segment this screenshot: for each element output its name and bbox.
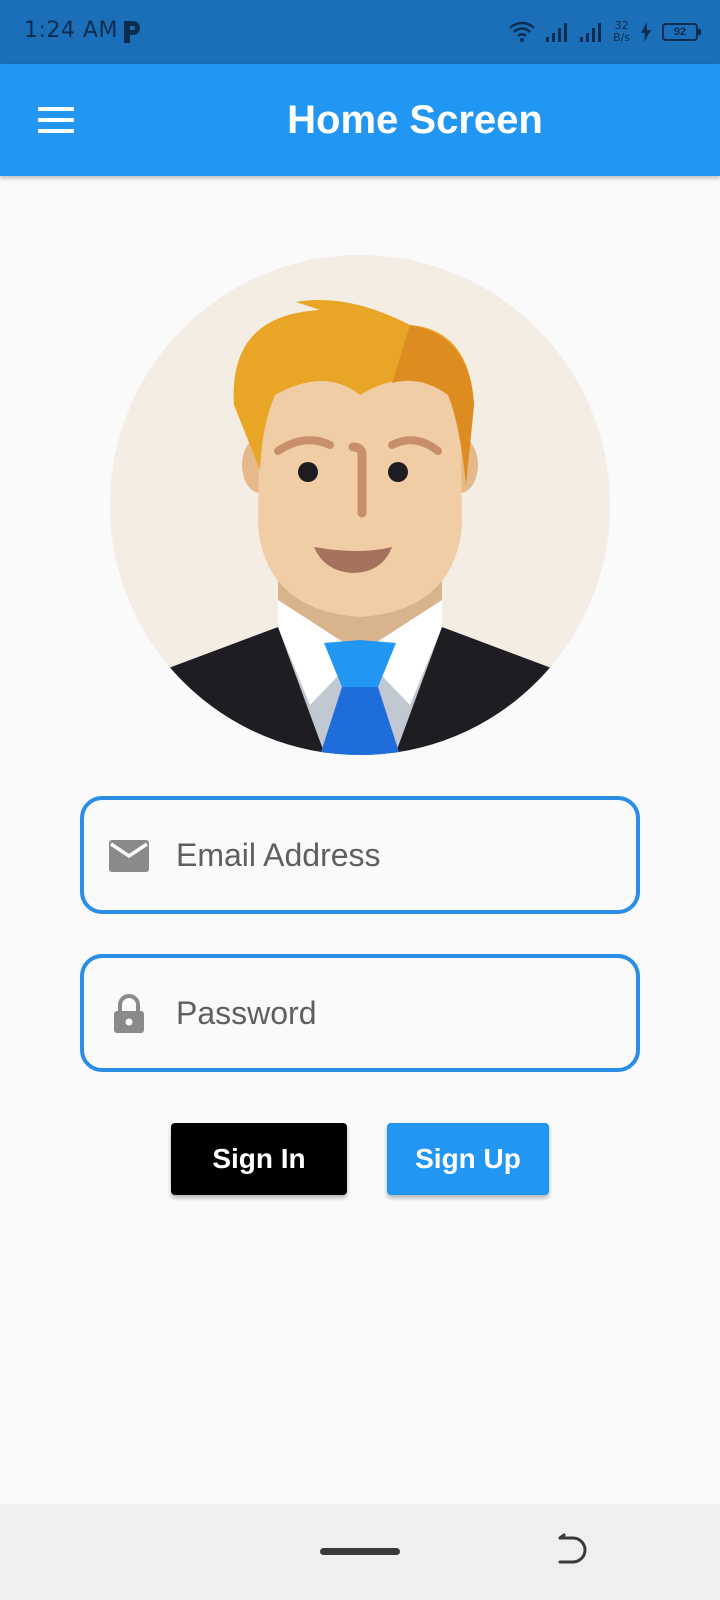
charging-icon (641, 22, 651, 42)
status-bar: 1:24 AM 32 B/s 92 (0, 0, 720, 64)
network-speed: 32 B/s (613, 20, 630, 44)
status-time: 1:24 AM (24, 18, 118, 43)
signal-icon-sim1 (546, 23, 568, 42)
padlock-icon (114, 994, 144, 1033)
app-bar: Home Screen (0, 64, 720, 176)
parking-notification-icon (124, 21, 140, 43)
battery-level: 92 (662, 23, 701, 41)
email-input[interactable] (176, 826, 616, 884)
status-indicators: 32 B/s 92 (509, 18, 701, 46)
back-gesture-icon[interactable] (555, 1532, 591, 1568)
avatar (110, 255, 610, 755)
wifi-icon (509, 21, 535, 42)
email-field[interactable] (80, 796, 640, 914)
system-navigation-bar (0, 1504, 720, 1600)
signal-icon-sim2 (580, 23, 602, 42)
network-speed-unit: B/s (613, 31, 630, 44)
sign-in-button[interactable]: Sign In (171, 1123, 347, 1195)
sign-up-button[interactable]: Sign Up (387, 1123, 549, 1195)
page-title: Home Screen (287, 98, 543, 142)
password-field[interactable] (80, 954, 640, 1072)
home-gesture-handle[interactable] (320, 1548, 400, 1555)
password-input[interactable] (176, 984, 616, 1042)
businessman-avatar-illustration (110, 255, 610, 755)
envelope-icon (109, 840, 149, 872)
